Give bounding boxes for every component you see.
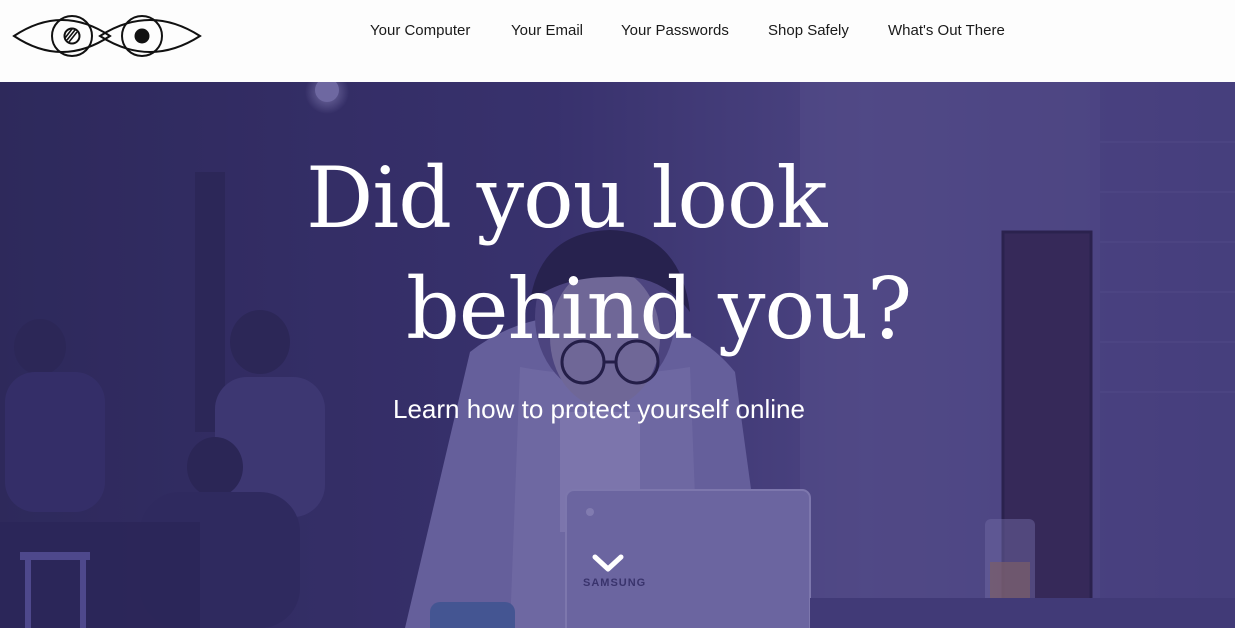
- nav-your-passwords[interactable]: Your Passwords: [621, 21, 729, 41]
- chevron-down-icon: [592, 554, 624, 572]
- hero-title-line-2: behind you?: [406, 260, 912, 358]
- nav-your-email[interactable]: Your Email: [511, 21, 583, 41]
- scroll-down-button[interactable]: [590, 550, 626, 576]
- hero-subtitle: Learn how to protect yourself online: [393, 394, 805, 424]
- site-logo[interactable]: [12, 11, 202, 61]
- nav-whats-out-there[interactable]: What's Out There: [888, 21, 1005, 41]
- hero-title-line-1: Did you look: [306, 149, 827, 247]
- hero-section: SAMSUNG Did you look behind you? Learn h…: [0, 82, 1235, 628]
- nav-shop-safely[interactable]: Shop Safely: [768, 21, 849, 41]
- site-header: Your Computer Your Email Your Passwords …: [0, 0, 1235, 82]
- eyes-logo-icon: [12, 15, 202, 57]
- nav-your-computer[interactable]: Your Computer: [370, 21, 470, 41]
